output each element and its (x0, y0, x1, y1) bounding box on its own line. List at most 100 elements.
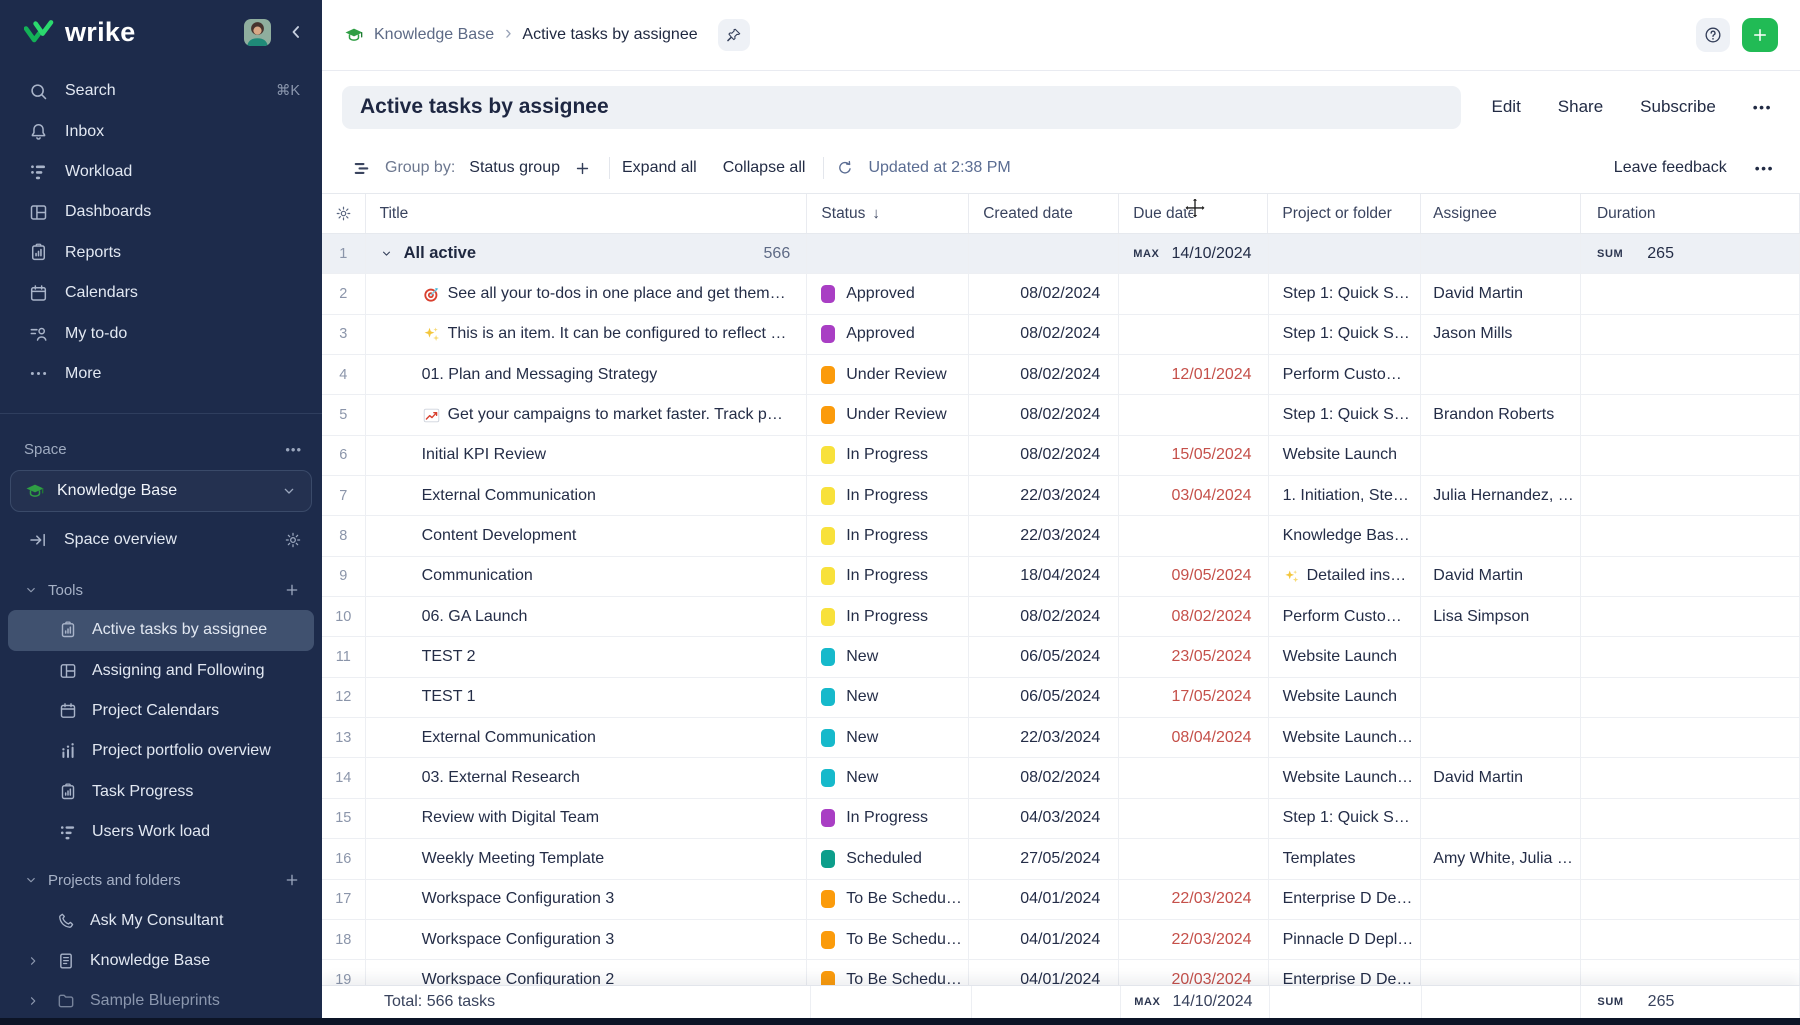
status-cell[interactable]: In Progress (807, 557, 969, 596)
column-header-assignee[interactable]: Assignee (1421, 194, 1581, 233)
created-date-cell[interactable]: 08/02/2024 (969, 597, 1119, 636)
created-date-cell[interactable]: 22/03/2024 (969, 476, 1119, 515)
project-cell[interactable]: Website Launch (1269, 436, 1422, 475)
task-title-cell[interactable]: 06. GA Launch (366, 597, 808, 636)
status-cell[interactable]: Approved (807, 315, 969, 354)
task-title-cell[interactable]: Workspace Configuration 3 (366, 880, 808, 919)
due-date-cell[interactable] (1119, 395, 1268, 434)
due-date-cell[interactable]: 08/02/2024 (1119, 597, 1268, 636)
expand-all-button[interactable]: Expand all (622, 159, 697, 177)
due-date-cell[interactable]: 08/04/2024 (1119, 718, 1268, 757)
due-date-cell[interactable] (1119, 274, 1268, 313)
project-cell[interactable]: Enterprise D De… (1269, 960, 1422, 985)
status-cell[interactable]: New (807, 678, 969, 717)
project-cell[interactable]: Website Launch (1269, 637, 1422, 676)
assignee-cell[interactable] (1421, 637, 1581, 676)
project-cell[interactable]: Knowledge Bas… (1269, 516, 1422, 555)
tools-section-header[interactable]: Tools (0, 570, 322, 610)
add-grouping-icon[interactable] (574, 160, 591, 177)
space-more-button[interactable]: ••• (285, 442, 302, 457)
status-cell[interactable]: In Progress (807, 476, 969, 515)
sidebar-item-task-progress[interactable]: Task Progress (8, 772, 314, 812)
status-cell[interactable]: New (807, 758, 969, 797)
collapse-all-button[interactable]: Collapse all (723, 159, 806, 177)
assignee-cell[interactable]: Brandon Roberts (1421, 395, 1581, 434)
table-row[interactable]: 3 This is an item. It can be configured … (322, 315, 1800, 355)
status-cell[interactable]: To Be Schedu… (807, 920, 969, 959)
table-row[interactable]: 5 Get your campaigns to market faster. T… (322, 395, 1800, 435)
column-header-status[interactable]: Status ↓ (807, 194, 969, 233)
refresh-icon[interactable] (836, 159, 854, 177)
table-row[interactable]: 19 Workspace Configuration 2 To Be Sched… (322, 960, 1800, 985)
project-cell[interactable]: Templates (1269, 839, 1422, 878)
project-cell[interactable]: Pinnacle D Depl… (1269, 920, 1422, 959)
sidebar-item-sample-blueprints[interactable]: Sample Blueprints (0, 981, 322, 1021)
sidebar-item-project-portfolio-overview[interactable]: Project portfolio overview (8, 731, 314, 771)
assignee-cell[interactable] (1421, 718, 1581, 757)
assignee-cell[interactable]: David Martin (1421, 557, 1581, 596)
project-cell[interactable]: 1. Initiation, Ste… (1269, 476, 1422, 515)
table-row[interactable]: 4 01. Plan and Messaging Strategy Under … (322, 355, 1800, 395)
created-date-cell[interactable]: 22/03/2024 (969, 516, 1119, 555)
status-cell[interactable]: Approved (807, 274, 969, 313)
assignee-cell[interactable]: Amy White, Julia … (1421, 839, 1581, 878)
sidebar-item-dashboards[interactable]: Dashboards (0, 192, 322, 232)
created-date-cell[interactable]: 06/05/2024 (969, 678, 1119, 717)
project-cell[interactable]: Step 1: Quick S… (1269, 315, 1422, 354)
create-new-button[interactable] (1742, 18, 1778, 52)
sidebar-item-project-calendars[interactable]: Project Calendars (8, 691, 314, 731)
task-title-cell[interactable]: 03. External Research (366, 758, 808, 797)
project-cell[interactable]: Website Launch… (1269, 718, 1422, 757)
table-row[interactable]: 13 External Communication New 22/03/2024… (322, 718, 1800, 758)
toolbar-more-button[interactable]: ••• (1755, 160, 1774, 176)
project-cell[interactable]: Detailed ins… (1269, 557, 1422, 596)
due-date-cell[interactable]: 12/01/2024 (1119, 355, 1268, 394)
sidebar-item-reports[interactable]: Reports (0, 233, 322, 273)
created-date-cell[interactable]: 04/01/2024 (969, 880, 1119, 919)
project-cell[interactable]: Website Launch (1269, 678, 1422, 717)
created-date-cell[interactable]: 27/05/2024 (969, 839, 1119, 878)
due-date-cell[interactable]: 17/05/2024 (1119, 678, 1268, 717)
created-date-cell[interactable]: 06/05/2024 (969, 637, 1119, 676)
table-row[interactable]: 12 TEST 1 New 06/05/2024 17/05/2024 Webs… (322, 678, 1800, 718)
created-date-cell[interactable]: 08/02/2024 (969, 355, 1119, 394)
group-by-value-button[interactable]: Status group (469, 159, 560, 177)
collapse-group-icon[interactable] (380, 247, 393, 260)
created-date-cell[interactable]: 04/01/2024 (969, 920, 1119, 959)
sidebar-item-my-to-do[interactable]: My to-do (0, 313, 322, 353)
assignee-cell[interactable] (1421, 678, 1581, 717)
table-row[interactable]: 6 Initial KPI Review In Progress 08/02/2… (322, 436, 1800, 476)
sidebar-item-workload[interactable]: Workload (0, 152, 322, 192)
status-cell[interactable]: Scheduled (807, 839, 969, 878)
status-cell[interactable]: In Progress (807, 516, 969, 555)
breadcrumb-space[interactable]: Knowledge Base (374, 26, 494, 44)
table-row[interactable]: 17 Workspace Configuration 3 To Be Sched… (322, 880, 1800, 920)
avatar[interactable] (244, 19, 271, 46)
column-header-project[interactable]: Project or folder (1268, 194, 1421, 233)
task-title-cell[interactable]: 01. Plan and Messaging Strategy (366, 355, 808, 394)
status-cell[interactable]: To Be Schedu… (807, 960, 969, 985)
group-row-all-active[interactable]: 1 All active 566 MAX 14/10/2024 SUM 265 (322, 234, 1800, 274)
due-date-cell[interactable]: 22/03/2024 (1119, 920, 1268, 959)
task-title-cell[interactable]: Get your campaigns to market faster. Tra… (366, 395, 808, 434)
table-row[interactable]: 9 Communication In Progress 18/04/2024 0… (322, 557, 1800, 597)
pin-button[interactable] (718, 19, 750, 51)
due-date-cell[interactable]: 09/05/2024 (1119, 557, 1268, 596)
add-project-icon[interactable] (284, 872, 300, 888)
assignee-cell[interactable] (1421, 355, 1581, 394)
due-date-cell[interactable]: 15/05/2024 (1119, 436, 1268, 475)
assignee-cell[interactable]: David Martin (1421, 274, 1581, 313)
share-button[interactable]: Share (1558, 97, 1603, 117)
table-row[interactable]: 15 Review with Digital Team In Progress … (322, 799, 1800, 839)
assignee-cell[interactable]: Julia Hernandez, … (1421, 476, 1581, 515)
table-row[interactable]: 8 Content Development In Progress 22/03/… (322, 516, 1800, 556)
sidebar-item-ask-my-consultant[interactable]: Ask My Consultant (0, 900, 322, 940)
status-cell[interactable]: New (807, 637, 969, 676)
due-date-cell[interactable] (1119, 799, 1268, 838)
status-cell[interactable]: In Progress (807, 597, 969, 636)
project-cell[interactable]: Step 1: Quick S… (1269, 274, 1422, 313)
sidebar-item-knowledge-base[interactable]: Knowledge Base (0, 941, 322, 981)
project-cell[interactable]: Step 1: Quick S… (1269, 395, 1422, 434)
created-date-cell[interactable]: 08/02/2024 (969, 274, 1119, 313)
due-date-cell[interactable] (1119, 516, 1268, 555)
